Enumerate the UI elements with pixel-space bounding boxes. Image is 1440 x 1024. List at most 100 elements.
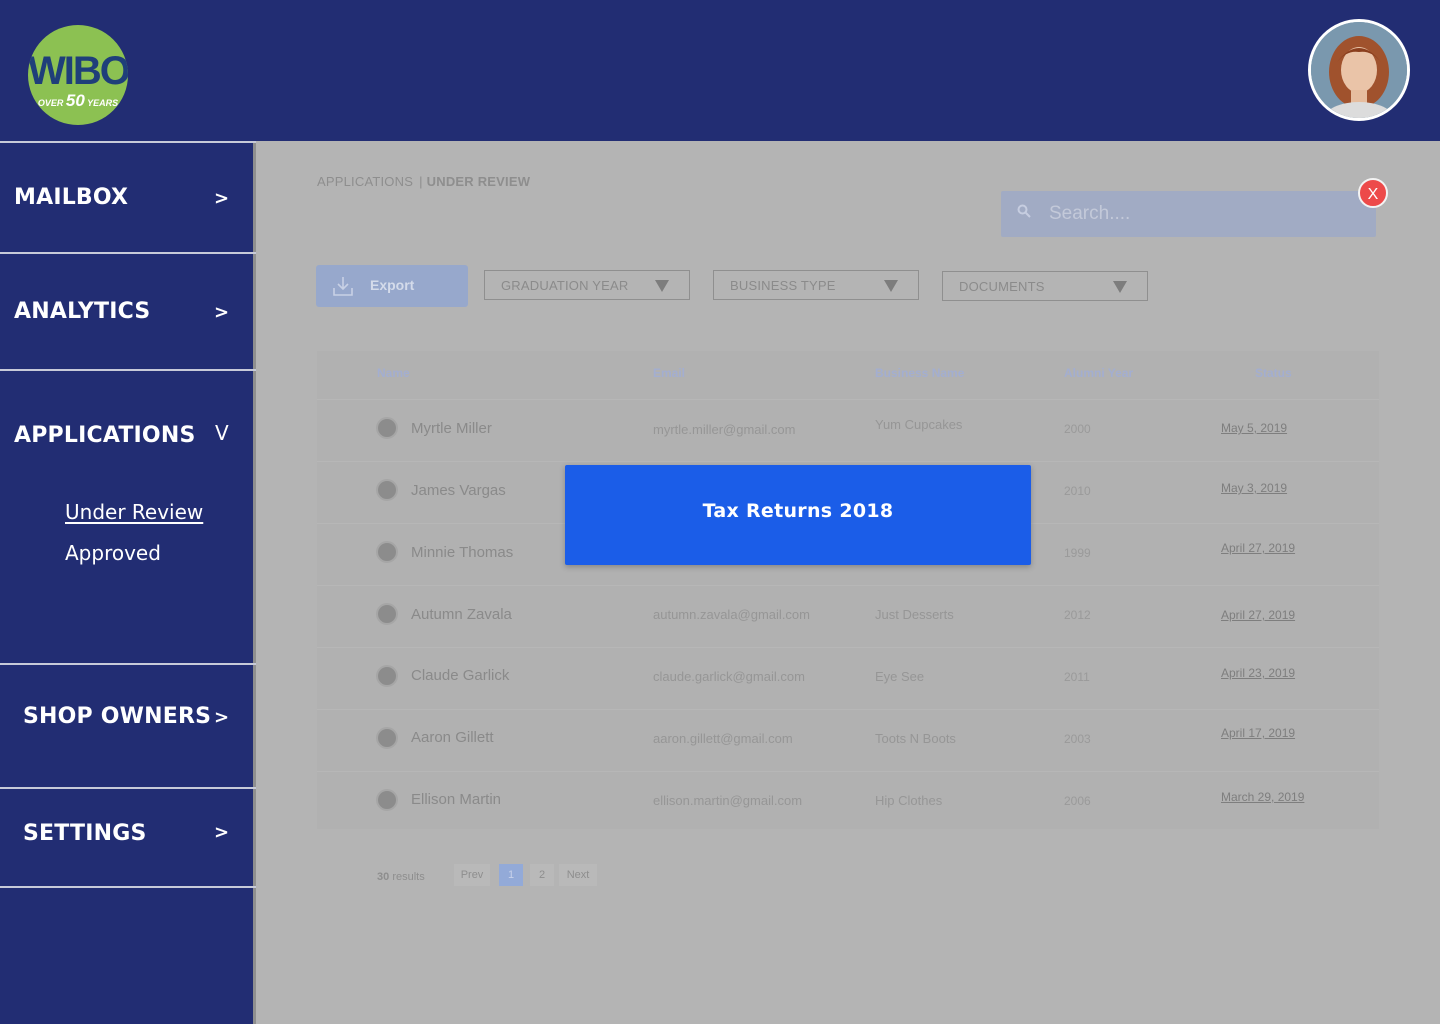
avatar xyxy=(376,417,398,439)
column-header-name[interactable]: Name xyxy=(377,366,410,380)
main-content: APPLICATIONS |UNDER REVIEW Export GRADUAT… xyxy=(259,141,1440,1024)
close-button[interactable]: X xyxy=(1358,178,1388,208)
applicant-email: autumn.zavala@gmail.com xyxy=(653,607,810,622)
table-row[interactable]: Ellison Martin ellison.martin@gmail.com … xyxy=(317,771,1379,831)
business-name: Yum Cupcakes xyxy=(875,417,963,432)
table-row[interactable]: Aaron Gillett aaron.gillett@gmail.com To… xyxy=(317,709,1379,769)
business-type-filter[interactable]: BUSINESS TYPE xyxy=(713,270,919,300)
export-button[interactable]: Export xyxy=(316,265,468,307)
dropdown-label: GRADUATION YEAR xyxy=(501,278,629,293)
sidebar-item-label: MAILBOX xyxy=(14,185,129,210)
logo-tagline: OVER 50 YEARS xyxy=(28,91,128,111)
status-date-link[interactable]: April 27, 2019 xyxy=(1221,608,1295,622)
avatar xyxy=(376,541,398,563)
status-date-link[interactable]: April 23, 2019 xyxy=(1221,666,1295,680)
avatar xyxy=(376,727,398,749)
breadcrumb-root[interactable]: APPLICATIONS xyxy=(317,174,413,189)
alumni-year: 2000 xyxy=(1064,422,1091,436)
logo-text: WIBO xyxy=(28,49,128,93)
sidebar-item-label: SHOP OWNERS xyxy=(23,704,212,729)
graduation-year-filter[interactable]: GRADUATION YEAR xyxy=(484,270,690,300)
breadcrumb-current: UNDER REVIEW xyxy=(426,174,531,189)
sidebar-item-mailbox[interactable]: MAILBOX > xyxy=(0,141,256,253)
sidebar-item-label: APPLICATIONS xyxy=(14,423,196,448)
alumni-year: 1999 xyxy=(1064,546,1091,560)
applicant-email: aaron.gillett@gmail.com xyxy=(653,731,793,746)
download-icon xyxy=(333,277,353,296)
sidebar-item-applications[interactable]: APPLICATIONS V Under Review Approved xyxy=(0,369,256,665)
table-row[interactable]: Claude Garlick claude.garlick@gmail.com … xyxy=(317,647,1379,707)
sidebar-item-analytics[interactable]: ANALYTICS > xyxy=(0,252,256,370)
search-bar[interactable] xyxy=(1001,191,1376,237)
column-header-alumni-year[interactable]: Alumni Year xyxy=(1064,366,1133,380)
document-modal[interactable]: Tax Returns 2018 xyxy=(565,465,1031,565)
applicant-name: Autumn Zavala xyxy=(411,606,512,623)
chevron-right-icon: > xyxy=(214,822,230,843)
sidebar-subitem-under-review[interactable]: Under Review xyxy=(65,500,203,524)
breadcrumb: APPLICATIONS | UNDER REVIEW xyxy=(317,174,530,189)
sidebar: MAILBOX > ANALYTICS > APPLICATIONS V Und… xyxy=(0,141,256,1024)
sidebar-item-settings[interactable]: SETTINGS > xyxy=(0,787,256,887)
alumni-year: 2003 xyxy=(1064,732,1091,746)
status-date-link[interactable]: March 29, 2019 xyxy=(1221,790,1304,804)
column-header-status[interactable]: Status xyxy=(1255,366,1292,380)
applicant-name: Claude Garlick xyxy=(411,667,510,684)
dropdown-label: BUSINESS TYPE xyxy=(730,278,836,293)
applicant-name: Ellison Martin xyxy=(411,791,502,808)
sidebar-item-label: SETTINGS xyxy=(23,821,147,846)
pagination-page-1[interactable]: 1 xyxy=(499,864,523,886)
alumni-year: 2006 xyxy=(1064,794,1091,808)
user-avatar[interactable] xyxy=(1308,19,1410,121)
avatar xyxy=(376,665,398,687)
status-date-link[interactable]: April 27, 2019 xyxy=(1221,541,1295,555)
caret-down-icon xyxy=(1113,281,1127,293)
documents-filter[interactable]: DOCUMENTS xyxy=(942,271,1148,301)
caret-down-icon xyxy=(655,280,669,292)
user-avatar-image xyxy=(1311,22,1407,118)
table-row[interactable]: Autumn Zavala autumn.zavala@gmail.com Ju… xyxy=(317,585,1379,645)
applicant-name: Aaron Gillett xyxy=(411,729,494,746)
business-name: Eye See xyxy=(875,669,925,684)
business-name: Just Desserts xyxy=(875,607,954,622)
pagination-page-2[interactable]: 2 xyxy=(530,864,554,886)
breadcrumb-separator: | xyxy=(419,174,423,189)
status-date-link[interactable]: May 3, 2019 xyxy=(1221,481,1287,495)
search-icon xyxy=(1017,204,1031,218)
caret-down-icon xyxy=(884,280,898,292)
status-date-link[interactable]: April 17, 2019 xyxy=(1221,726,1295,740)
sidebar-subitem-approved[interactable]: Approved xyxy=(65,541,161,565)
column-header-business-name[interactable]: Business Name xyxy=(875,366,964,380)
avatar xyxy=(376,603,398,625)
dropdown-label: DOCUMENTS xyxy=(959,279,1045,294)
business-name: Hip Clothes xyxy=(875,793,943,808)
results-count: 30 results xyxy=(377,871,425,883)
export-label: Export xyxy=(370,277,415,293)
logo-tagline-post: YEARS xyxy=(87,98,119,108)
applicant-name: Minnie Thomas xyxy=(411,544,514,561)
alumni-year: 2012 xyxy=(1064,608,1091,622)
avatar xyxy=(376,479,398,501)
chevron-down-icon: V xyxy=(215,421,229,445)
business-name: Toots N Boots xyxy=(875,731,956,746)
wibo-logo[interactable]: WIBO OVER 50 YEARS xyxy=(28,25,128,125)
sidebar-item-label: ANALYTICS xyxy=(14,299,151,324)
alumni-year: 2011 xyxy=(1064,670,1090,684)
sidebar-item-shop-owners[interactable]: SHOP OWNERS > xyxy=(0,663,256,788)
logo-tagline-num: 50 xyxy=(65,91,85,110)
chevron-right-icon: > xyxy=(214,188,230,209)
chevron-right-icon: > xyxy=(214,707,230,728)
table-row[interactable]: Myrtle Miller myrtle.miller@gmail.com Yu… xyxy=(317,399,1379,459)
status-date-link[interactable]: May 5, 2019 xyxy=(1221,421,1287,435)
pagination-prev[interactable]: Prev xyxy=(454,864,490,886)
search-input[interactable] xyxy=(1049,199,1359,229)
applicant-name: James Vargas xyxy=(411,482,506,499)
avatar xyxy=(376,789,398,811)
applicant-email: claude.garlick@gmail.com xyxy=(653,669,805,684)
applicant-name: Myrtle Miller xyxy=(411,420,492,437)
top-header: WIBO OVER 50 YEARS xyxy=(0,0,1440,141)
results-number: 30 xyxy=(377,871,390,883)
alumni-year: 2010 xyxy=(1064,484,1091,498)
column-header-email[interactable]: Email xyxy=(653,366,685,380)
sidebar-divider xyxy=(0,886,256,888)
pagination-next[interactable]: Next xyxy=(559,864,597,886)
